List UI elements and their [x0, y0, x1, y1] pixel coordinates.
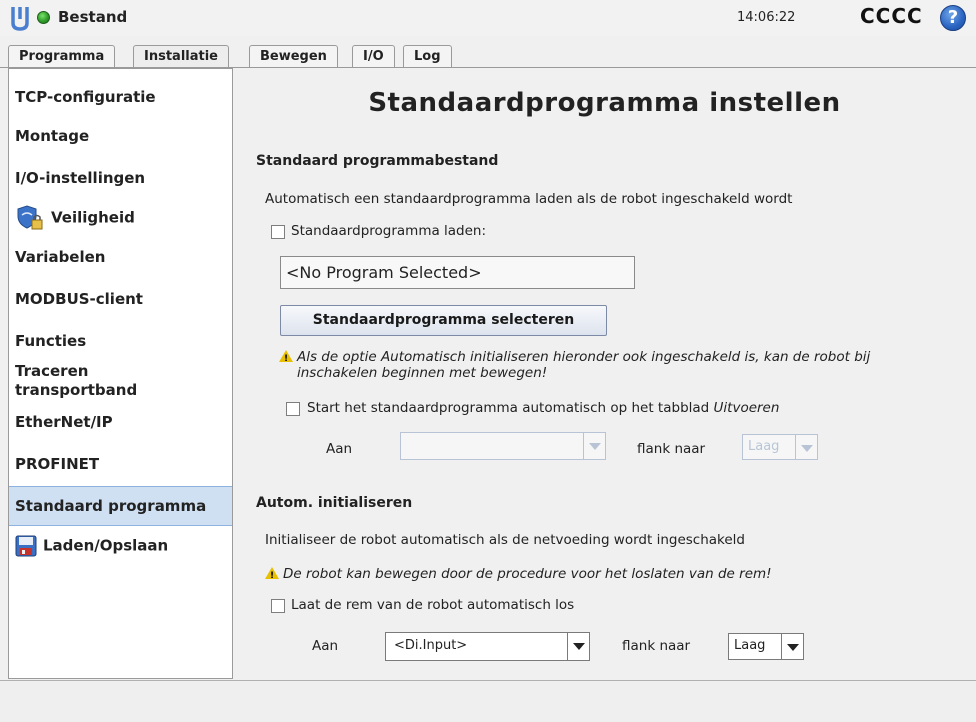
sidebar-item-functies[interactable]: Functies: [9, 332, 232, 351]
selected-program-field: <No Program Selected>: [280, 256, 635, 289]
warning-text-2: inschakelen beginnen met bewegen!: [297, 365, 548, 381]
tab-installatie[interactable]: Installatie: [133, 45, 229, 69]
brake-warning: De robot kan bewegen door de procedure v…: [265, 566, 772, 584]
warning-text-1: Als de optie Automatisch initialiseren h…: [297, 349, 871, 365]
sidebar-item-standaard-programma[interactable]: Standaard programma: [9, 486, 232, 526]
status-green-icon: [37, 11, 50, 24]
release-brake-label: Laat de rem van de robot automatisch los: [291, 597, 575, 613]
header-bar: Bestand 14:06:22 CCCC ?: [0, 0, 976, 36]
warning-icon: [279, 350, 293, 367]
sidebar-item-montage[interactable]: Montage: [9, 127, 232, 146]
footer-bar: [0, 681, 976, 722]
tab-bar: Programma Installatie Bewegen I/O Log: [0, 45, 976, 69]
auto-init-edge-select[interactable]: Laag: [728, 633, 804, 660]
robot-name: CCCC: [860, 4, 923, 28]
default-file-description: Automatisch een standaardprogramma laden…: [265, 191, 793, 207]
app-title[interactable]: Bestand: [58, 8, 127, 26]
warning-icon: [265, 567, 279, 584]
autostart-on-label: Aan: [326, 441, 353, 457]
auto-init-input-select[interactable]: <Di.Input>: [385, 632, 590, 661]
autostart-label: Start het standaardprogramma automatisch…: [307, 400, 779, 416]
tab-io[interactable]: I/O: [352, 45, 395, 68]
chevron-down-icon: [567, 633, 589, 660]
sidebar: TCP-configuratie Montage I/O-instellinge…: [8, 68, 233, 679]
sidebar-item-io[interactable]: I/O-instellingen: [9, 169, 232, 188]
sidebar-item-variabelen[interactable]: Variabelen: [9, 248, 232, 267]
section-default-file: Standaard programmabestand: [256, 153, 499, 169]
sidebar-item-profinet[interactable]: PROFINET: [9, 455, 232, 474]
autostart-label-text: Start het standaardprogramma automatisch…: [307, 400, 714, 416]
auto-init-description: Initialiseer de robot automatisch als de…: [265, 532, 745, 548]
autostart-warning: Als de optie Automatisch initialiseren h…: [279, 349, 976, 381]
universal-robots-logo[interactable]: [11, 5, 29, 31]
autostart-tab-name: Uitvoeren: [713, 400, 780, 416]
help-icon[interactable]: ?: [940, 5, 966, 31]
brake-warning-text: De robot kan bewegen door de procedure v…: [283, 566, 772, 582]
autostart-edge-label: flank naar: [637, 441, 706, 457]
tab-bewegen[interactable]: Bewegen: [249, 45, 338, 68]
main-panel: Standaardprogramma instellen Standaard p…: [233, 68, 976, 679]
tab-programma[interactable]: Programma: [8, 45, 116, 68]
tab-log[interactable]: Log: [403, 45, 452, 68]
auto-init-input-value: <Di.Input>: [394, 638, 468, 653]
autostart-input-select[interactable]: [400, 432, 606, 460]
auto-init-edge-value: Laag: [734, 638, 766, 653]
auto-init-on-label: Aan: [312, 638, 339, 654]
load-default-label: Standaardprogramma laden:: [291, 223, 487, 239]
autostart-edge-value: Laag: [748, 439, 780, 454]
auto-init-edge-label: flank naar: [622, 638, 691, 654]
sidebar-item-veiligheid[interactable]: Veiligheid: [9, 205, 232, 231]
sidebar-item-modbus[interactable]: MODBUS-client: [9, 290, 232, 309]
autostart-checkbox[interactable]: [286, 402, 300, 416]
release-brake-checkbox[interactable]: [271, 599, 285, 613]
sidebar-item-label: Veiligheid: [51, 208, 135, 227]
chevron-down-icon: [781, 634, 803, 659]
clock: 14:06:22: [737, 10, 796, 25]
sidebar-item-transportband[interactable]: Traceren transportband: [9, 362, 169, 400]
section-auto-init: Autom. initialiseren: [256, 495, 413, 511]
page-title: Standaardprogramma instellen: [368, 88, 841, 118]
select-program-button[interactable]: Standaardprogramma selecteren: [280, 305, 607, 336]
chevron-down-icon: [795, 435, 817, 459]
sidebar-item-label: Laden/Opslaan: [43, 536, 169, 555]
chevron-down-icon: [583, 433, 605, 459]
load-default-checkbox[interactable]: [271, 225, 285, 239]
sidebar-item-ethernet[interactable]: EtherNet/IP: [9, 413, 232, 432]
sidebar-item-laden-opslaan[interactable]: Laden/Opslaan: [9, 535, 232, 557]
autostart-edge-select[interactable]: Laag: [742, 434, 818, 460]
floppy-disk-icon: [15, 535, 37, 557]
sidebar-item-tcp[interactable]: TCP-configuratie: [9, 88, 232, 107]
shield-lock-icon: [17, 205, 43, 230]
